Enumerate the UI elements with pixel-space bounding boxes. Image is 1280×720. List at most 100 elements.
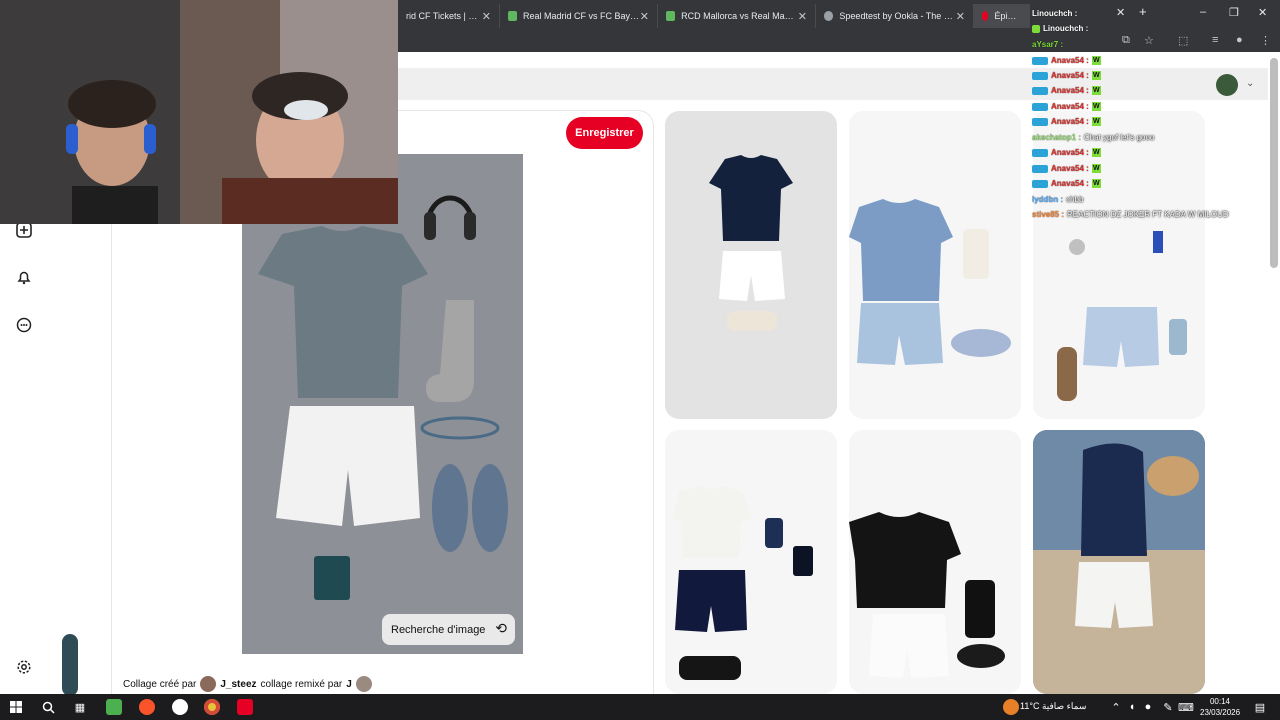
chat-username: Anava54 : [1051,102,1089,111]
chat-line: stive85 : REACTION DZ JOKER FT KADA W MIL… [1032,210,1229,219]
chat-badge-icon [1032,164,1048,173]
notification-icon[interactable]: ▤ [1252,699,1268,715]
windows-start-icon[interactable] [8,699,24,715]
chat-username: aYsar7 : [1032,40,1064,49]
tab-favicon-icon [508,11,517,21]
tab-label: rid CF Tickets | Buy on [406,11,482,21]
chat-line: Anava54 :W [1032,86,1101,95]
crocs-image [951,329,1011,357]
chat-message: chbb [1066,195,1084,204]
related-pin[interactable] [849,111,1021,419]
volume-icon[interactable]: ◖ [1124,699,1140,715]
browser-tab[interactable]: RCD Mallorca vs Real Madrid C ✕ [658,4,816,28]
browser-tab[interactable]: Real Madrid CF vs FC Bayern M ✕ [500,4,658,28]
shorts-image [857,303,943,365]
avatar[interactable] [200,676,217,692]
related-pin[interactable] [665,111,837,419]
phone-image [963,229,989,279]
chat-line: Linouchch : [1032,24,1088,33]
windows-taskbar: ▦ 11°C سماء صافية ⌃ ◖ ● ✎ ⌨ 00:14 23/03/… [0,694,1280,720]
search-icon[interactable] [40,699,56,715]
chat-badge-icon [1032,24,1040,33]
related-pin[interactable] [665,430,837,694]
image-search-icon: ⟲ [495,620,507,636]
chat-username: lyddbn : [1032,195,1064,204]
phone-image [765,518,783,548]
shorts-image [869,614,949,678]
chat-username: Anava54 : [1051,164,1089,173]
close-icon[interactable]: ✕ [956,10,965,23]
brave-browser-icon[interactable] [139,699,155,715]
chat-badge-icon [1032,179,1048,188]
phone-image [965,580,995,638]
chat-username: Anava54 : [1051,56,1089,65]
chat-line: aYsar7 : [1032,40,1063,49]
related-pin[interactable] [1033,430,1205,694]
sandals-image [1057,347,1077,401]
chrome-icon[interactable] [204,699,220,715]
image-search-button[interactable]: Recherche d'image ⟲ [382,614,515,645]
pin-main-image[interactable] [242,154,523,654]
tab-label: RCD Mallorca vs Real Madrid C [681,11,798,21]
sneakers-image [727,311,777,331]
chat-message: W [1091,179,1101,188]
chat-line: Anava54 :W [1032,102,1101,111]
credit-user-link[interactable]: J [346,679,352,690]
task-view-icon[interactable]: ▦ [72,699,88,715]
chat-username: Anava54 : [1051,148,1089,157]
chat-badge-icon [1032,148,1048,157]
clock-date: 23/03/2026 [1200,708,1241,717]
chat-badge-icon [1032,86,1048,95]
close-icon[interactable]: ✕ [798,10,807,23]
phone-image [1169,319,1187,355]
hair-image [1147,456,1199,496]
bell-icon[interactable] [14,267,34,287]
save-button[interactable]: Enregistrer [566,117,643,149]
chat-line: Anava54 :W [1032,164,1101,173]
shorts-image [675,570,747,632]
chat-line: Anava54 :W [1032,148,1101,157]
close-icon[interactable]: ✕ [640,10,649,23]
chat-line: Anava54 :W [1032,179,1101,188]
chat-username: akechatop1 : [1032,133,1081,142]
collage-credit: Collage créé par J_steez collage remixé … [123,676,372,692]
close-icon[interactable]: ✕ [482,10,491,23]
chat-badge-icon [1032,71,1048,80]
tab-label: Speedtest by Ookla - The Glob [839,11,956,21]
pdf-app-icon[interactable] [237,699,253,715]
scrollbar[interactable] [1270,58,1278,268]
chat-username: Linouchch : [1032,9,1078,18]
chat-badge-icon [1032,56,1048,65]
chat-line: lyddbn : chbb [1032,195,1083,204]
chat-message: W [1091,86,1101,95]
chat-username: Anava54 : [1051,179,1089,188]
perfume-image [793,546,813,576]
browser-tab[interactable]: Speedtest by Ookla - The Glob ✕ [816,4,974,28]
keyboard-icon[interactable]: ⌨ [1178,699,1194,715]
chat-message: W [1091,117,1101,126]
chevron-up-icon[interactable]: ⌃ [1108,699,1124,715]
webcam-overlay [0,0,398,224]
chat-message: W [1091,164,1101,173]
chat-message: W [1091,71,1101,80]
avatar[interactable] [355,676,372,692]
related-pin[interactable] [849,430,1021,694]
tab-favicon-icon [824,11,834,21]
chat-icon[interactable] [14,315,34,335]
browser-tab[interactable]: rid CF Tickets | Buy on ✕ [398,4,500,28]
settings-icon[interactable] [14,657,34,677]
image-search-label: Recherche d'image [391,623,486,636]
app-icon[interactable] [106,699,122,715]
chat-username: Anava54 : [1051,86,1089,95]
pen-icon[interactable]: ✎ [1160,699,1176,715]
clock[interactable]: 00:14 23/03/2026 [1200,696,1240,718]
credit-user-link[interactable]: J_steez [220,679,256,690]
browser-tab-active[interactable]: Épinglé su [974,4,1030,28]
browser-icon[interactable] [172,699,188,715]
weather-text[interactable]: 11°C سماء صافية [1020,701,1086,712]
tshirt-image [849,512,961,608]
chat-message: W [1091,148,1101,157]
microphone-icon[interactable]: ● [1140,699,1156,715]
chat-line: Anava54 :W [1032,117,1101,126]
clock-time: 00:14 [1209,697,1231,706]
